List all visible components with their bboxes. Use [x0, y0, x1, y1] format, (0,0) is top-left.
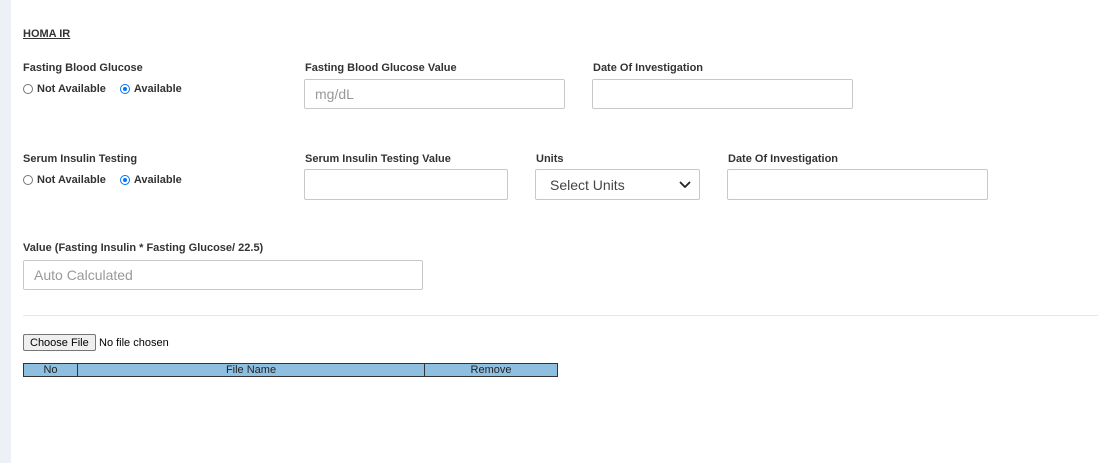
serum-insulin-value-input[interactable] [304, 169, 508, 200]
serum-insulin-date-label: Date Of Investigation [728, 153, 839, 165]
fasting-glucose-value-input[interactable]: mg/dL [304, 79, 565, 109]
fasting-glucose-date-input[interactable] [592, 79, 853, 109]
units-select[interactable]: Select Units [535, 169, 700, 200]
column-header-remove: Remove [424, 364, 557, 376]
units-label: Units [536, 153, 564, 165]
units-selected-value: Select Units [550, 176, 625, 193]
serum-insulin-radio-group: Not Available Available [23, 174, 182, 186]
fasting-glucose-available-label[interactable]: Available [134, 83, 182, 95]
serum-insulin-not-available-label[interactable]: Not Available [37, 174, 106, 186]
section-title: HOMA IR [23, 28, 71, 40]
fasting-glucose-radio-group: Not Available Available [23, 83, 182, 95]
calculated-value-label: Value (Fasting Insulin * Fasting Glucose… [23, 242, 264, 254]
column-header-file-name: File Name [77, 364, 424, 376]
fasting-glucose-value-placeholder: mg/dL [315, 86, 354, 102]
choose-file-button[interactable]: Choose File [23, 334, 96, 351]
fasting-glucose-value-label: Fasting Blood Glucose Value [305, 62, 457, 74]
serum-insulin-date-input[interactable] [727, 169, 988, 200]
calculated-value-input[interactable]: Auto Calculated [23, 260, 423, 290]
serum-insulin-value-label: Serum Insulin Testing Value [305, 153, 451, 165]
calculated-value-placeholder: Auto Calculated [34, 267, 133, 283]
file-status-text: No file chosen [99, 337, 169, 349]
fasting-glucose-not-available-radio[interactable] [23, 84, 33, 94]
fasting-glucose-label: Fasting Blood Glucose [23, 62, 143, 74]
serum-insulin-label: Serum Insulin Testing [23, 153, 138, 165]
serum-insulin-available-radio[interactable] [119, 175, 130, 185]
column-header-no: No [43, 364, 58, 376]
serum-insulin-available-label[interactable]: Available [134, 174, 182, 186]
fasting-glucose-not-available-label[interactable]: Not Available [37, 83, 106, 95]
left-rail [0, 0, 11, 463]
fasting-glucose-date-label: Date Of Investigation [593, 62, 704, 74]
chevron-down-icon [679, 181, 691, 188]
files-table-header: No File Name Remove [23, 363, 558, 377]
fasting-glucose-available-radio[interactable] [119, 84, 130, 94]
section-divider [23, 315, 1098, 316]
serum-insulin-not-available-radio[interactable] [23, 175, 33, 185]
